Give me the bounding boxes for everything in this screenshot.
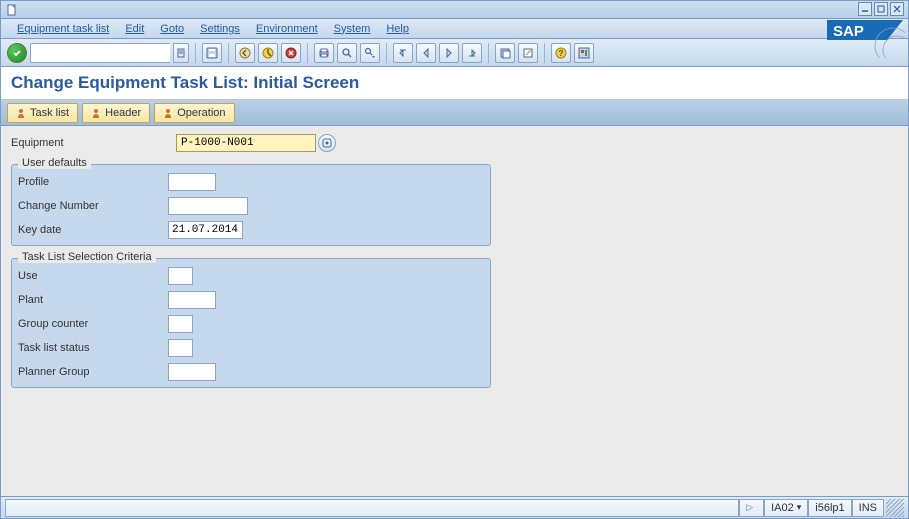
key-date-label: Key date <box>16 224 168 236</box>
document-icon <box>5 3 19 17</box>
prev-page-button[interactable] <box>416 43 436 63</box>
command-field[interactable] <box>30 43 170 63</box>
header-button[interactable]: Header <box>82 103 150 123</box>
sap-window: SAP Equipment task list Edit Goto Settin… <box>0 0 909 519</box>
enter-button[interactable] <box>7 43 27 63</box>
resize-grip[interactable] <box>886 499 904 517</box>
command-dropdown[interactable] <box>173 43 189 63</box>
menu-settings[interactable]: Settings <box>192 23 248 35</box>
selection-criteria-group: Task List Selection Criteria Use Plant G… <box>11 258 491 388</box>
content-area: Equipment User defaults Profile Change N… <box>1 126 908 496</box>
selection-criteria-title: Task List Selection Criteria <box>18 251 156 263</box>
change-number-input[interactable] <box>168 197 248 215</box>
plant-label: Plant <box>16 294 168 306</box>
toolbar-separator <box>195 43 196 63</box>
planner-group-input[interactable] <box>168 363 216 381</box>
customize-layout-button[interactable] <box>574 43 594 63</box>
minimize-button[interactable] <box>858 2 872 16</box>
search-help-button[interactable] <box>318 134 336 152</box>
create-session-button[interactable] <box>495 43 515 63</box>
back-button[interactable] <box>235 43 255 63</box>
equipment-row: Equipment <box>11 134 898 152</box>
close-button[interactable] <box>890 2 904 16</box>
toolbar-separator <box>386 43 387 63</box>
menu-edit[interactable]: Edit <box>117 23 152 35</box>
operation-button[interactable]: Operation <box>154 103 234 123</box>
generate-shortcut-button[interactable] <box>518 43 538 63</box>
person-icon <box>16 108 26 118</box>
first-page-button[interactable] <box>393 43 413 63</box>
last-page-button[interactable] <box>462 43 482 63</box>
use-label: Use <box>16 270 168 282</box>
statusbar: ▷ IA02 ▾ i56lp1 INS <box>1 496 908 518</box>
status-nav[interactable]: ▷ <box>739 499 764 517</box>
standard-toolbar: ? <box>1 39 908 67</box>
tcode-text: IA02 <box>771 502 794 514</box>
sap-logo: SAP <box>825 18 905 58</box>
header-button-label: Header <box>105 107 141 119</box>
person-icon <box>91 108 101 118</box>
menu-system[interactable]: System <box>326 23 379 35</box>
toolbar-separator <box>488 43 489 63</box>
group-counter-input[interactable] <box>168 315 193 333</box>
profile-input[interactable] <box>168 173 216 191</box>
equipment-input[interactable] <box>176 134 316 152</box>
menu-environment[interactable]: Environment <box>248 23 326 35</box>
application-toolbar: Task list Header Operation <box>1 100 908 126</box>
status-message <box>5 499 739 517</box>
status-system: i56lp1 <box>808 499 851 517</box>
user-defaults-title: User defaults <box>18 157 91 169</box>
toolbar-separator <box>228 43 229 63</box>
next-page-button[interactable] <box>439 43 459 63</box>
find-button[interactable] <box>337 43 357 63</box>
help-button[interactable]: ? <box>551 43 571 63</box>
maximize-button[interactable] <box>874 2 888 16</box>
operation-button-label: Operation <box>177 107 225 119</box>
use-input[interactable] <box>168 267 193 285</box>
screen-title: Change Equipment Task List: Initial Scre… <box>1 67 908 100</box>
triangle-right-icon: ▷ <box>746 502 753 513</box>
key-date-input[interactable] <box>168 221 243 239</box>
find-next-button[interactable] <box>360 43 380 63</box>
status-tcode: IA02 ▾ <box>764 499 808 517</box>
exit-button[interactable] <box>258 43 278 63</box>
equipment-label: Equipment <box>11 137 176 149</box>
window-titlebar <box>1 1 908 19</box>
tasklist-button[interactable]: Task list <box>7 103 78 123</box>
tasklist-status-label: Task list status <box>16 342 168 354</box>
menu-equipment-task-list[interactable]: Equipment task list <box>9 23 117 35</box>
planner-group-label: Planner Group <box>16 366 168 378</box>
change-number-label: Change Number <box>16 200 168 212</box>
print-button[interactable] <box>314 43 334 63</box>
tasklist-button-label: Task list <box>30 107 69 119</box>
save-button[interactable] <box>202 43 222 63</box>
plant-input[interactable] <box>168 291 216 309</box>
cancel-button[interactable] <box>281 43 301 63</box>
menu-help[interactable]: Help <box>378 23 417 35</box>
svg-text:SAP: SAP <box>833 23 864 40</box>
menu-goto[interactable]: Goto <box>152 23 192 35</box>
status-mode: INS <box>852 499 884 517</box>
window-buttons <box>858 2 904 16</box>
group-counter-label: Group counter <box>16 318 168 330</box>
svg-text:?: ? <box>559 49 564 58</box>
tasklist-status-input[interactable] <box>168 339 193 357</box>
toolbar-separator <box>544 43 545 63</box>
tcode-dropdown-icon[interactable]: ▾ <box>797 502 802 513</box>
menubar: Equipment task list Edit Goto Settings E… <box>1 19 908 39</box>
user-defaults-group: User defaults Profile Change Number Key … <box>11 164 491 246</box>
profile-label: Profile <box>16 176 168 188</box>
toolbar-separator <box>307 43 308 63</box>
person-icon <box>163 108 173 118</box>
